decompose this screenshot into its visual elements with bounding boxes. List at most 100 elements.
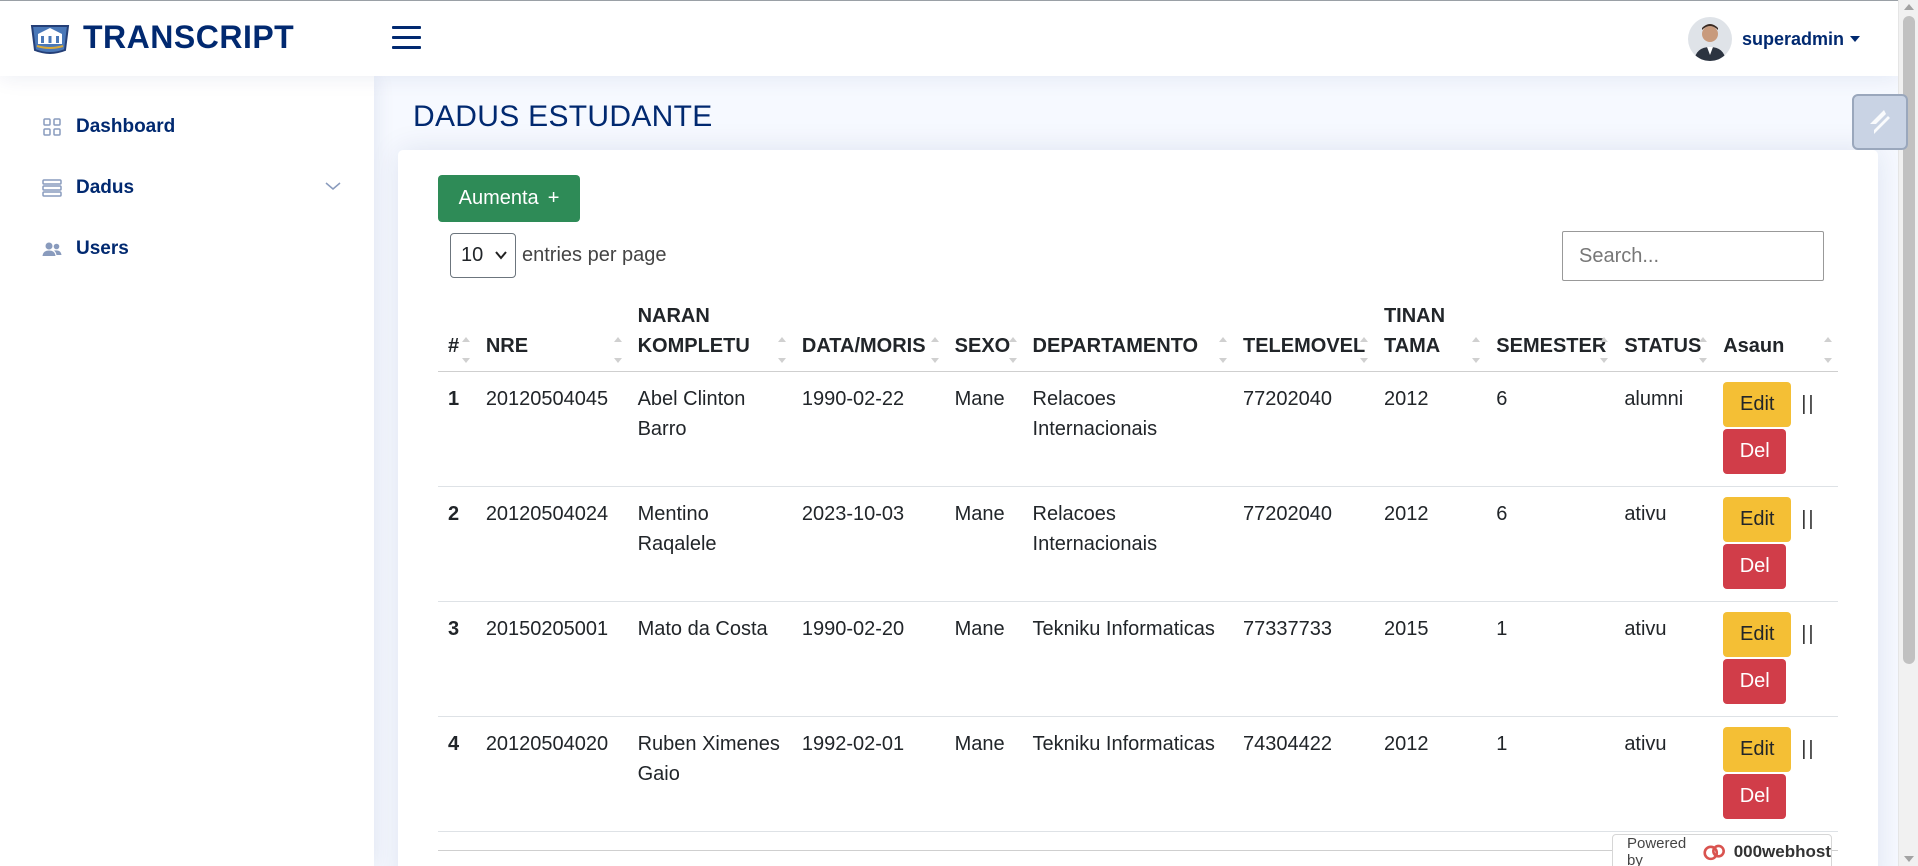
add-button-label: Aumenta [458, 187, 539, 209]
sort-icon [1359, 336, 1370, 363]
host-name: 000webhost [1733, 842, 1831, 861]
sort-icon [930, 336, 941, 363]
chevron-down-icon [495, 251, 507, 260]
table-row: 3 20150205001 Mato da Costa 1990-02-20 M… [438, 601, 1838, 717]
column-header[interactable]: DATA/MORIS [791, 297, 945, 372]
column-header[interactable]: NARAN KOMPLETU [627, 297, 792, 372]
cell-sexo: Mane [944, 371, 1023, 487]
cell-sexo: Mane [944, 601, 1023, 717]
cell-data-moris: 1990-02-22 [791, 371, 945, 487]
entries-value: 10 [461, 244, 484, 266]
cell-semester: 1 [1486, 601, 1615, 717]
search-input[interactable] [1562, 231, 1824, 281]
logo[interactable]: TRANSCRIPT [29, 19, 294, 56]
delete-button[interactable]: Del [1723, 428, 1787, 474]
cell-actions: Edit || Del [1713, 601, 1838, 717]
cell-status: ativu [1614, 486, 1714, 602]
cell-naran: Mentino Raqalele [627, 486, 792, 602]
cell-nre: 20120504020 [475, 716, 628, 832]
grid-icon [42, 117, 62, 137]
profile-dropdown[interactable]: superadmin [1687, 17, 1860, 61]
sort-icon [1472, 336, 1482, 363]
entries-per-page-select[interactable]: 10 [450, 233, 516, 278]
column-header[interactable]: STATUS [1614, 297, 1714, 372]
column-header[interactable]: SEXO [944, 297, 1023, 372]
cell-telemovel: 74304422 [1232, 716, 1374, 832]
scroll-up-icon[interactable] [1904, 4, 1914, 10]
cell-naran: Ruben Ximenes Gaio [627, 716, 792, 832]
plus-icon: + [547, 187, 560, 209]
people-icon [42, 239, 62, 259]
cell-naran: Abel Clinton Barro [627, 371, 792, 487]
action-separator: || [1801, 508, 1816, 530]
cell-departamento: Relacoes Internacionais [1022, 486, 1233, 602]
profile-name: superadmin [1741, 28, 1844, 49]
page-title: DADUS ESTUDANTE [413, 100, 713, 133]
cell-sexo: Mane [944, 716, 1023, 832]
edit-button[interactable]: Edit [1723, 726, 1792, 772]
cell-data-moris: 1992-02-01 [791, 716, 945, 832]
delete-button[interactable]: Del [1723, 658, 1787, 704]
cell-semester: 6 [1486, 371, 1615, 487]
sidebar-item-dashboard[interactable]: Dashboard [42, 116, 342, 138]
cell-actions: Edit || Del [1713, 486, 1838, 602]
edit-button[interactable]: Edit [1723, 381, 1792, 427]
column-header[interactable]: TELEMOVEL [1232, 297, 1374, 372]
sort-icon [1600, 336, 1610, 363]
cell-tinan-tama: 2015 [1373, 601, 1487, 717]
sort-icon [1008, 336, 1019, 363]
delete-button[interactable]: Del [1723, 773, 1787, 819]
sidebar-item-label: Dashboard [76, 116, 176, 137]
column-header[interactable]: Asaun [1713, 297, 1838, 372]
entries-label: entries per page [522, 244, 667, 266]
cell-tinan-tama: 2012 [1373, 371, 1487, 487]
floating-tool-button[interactable] [1852, 94, 1908, 150]
table-header-row: # NRE NARAN KOMPLETU DATA/MORIS SEXO DEP… [438, 297, 1838, 372]
server-icon [42, 178, 62, 198]
powered-by-badge[interactable]: Powered by 000webhost [1612, 834, 1832, 866]
sort-icon [1699, 336, 1709, 363]
cell-telemovel: 77202040 [1232, 486, 1374, 602]
caret-down-icon [1850, 36, 1860, 42]
column-header[interactable]: NRE [475, 297, 628, 372]
000webhost-logo-icon [1703, 844, 1726, 861]
app-title: TRANSCRIPT [83, 19, 295, 55]
delete-button[interactable]: Del [1723, 543, 1787, 589]
cell-num: 2 [438, 486, 476, 602]
table-row: 4 20120504020 Ruben Ximenes Gaio 1992-02… [438, 716, 1838, 832]
edit-button[interactable]: Edit [1723, 611, 1792, 657]
column-header[interactable]: # [438, 297, 476, 372]
table-row: 2 20120504024 Mentino Raqalele 2023-10-0… [438, 486, 1838, 602]
cell-actions: Edit || Del [1713, 716, 1838, 832]
table-row: 1 20120504045 Abel Clinton Barro 1990-02… [438, 371, 1838, 487]
column-header[interactable]: SEMESTER [1486, 297, 1615, 372]
chevron-down-icon [324, 179, 342, 197]
students-card: Aumenta + 10 entries per page # NRE NARA… [398, 150, 1878, 866]
column-header[interactable]: TINAN TAMA [1373, 297, 1487, 372]
edit-button[interactable]: Edit [1723, 496, 1792, 542]
cell-semester: 6 [1486, 486, 1615, 602]
cell-status: alumni [1614, 371, 1714, 487]
action-separator: || [1801, 623, 1816, 645]
sidebar-item-dadus[interactable]: Dadus [42, 177, 342, 199]
sort-icon [613, 336, 624, 363]
cell-num: 3 [438, 601, 476, 717]
sidebar-item-label: Users [76, 238, 129, 259]
cell-tinan-tama: 2012 [1373, 716, 1487, 832]
sort-icon [1218, 336, 1229, 363]
cell-departamento: Tekniku Informaticas [1022, 716, 1233, 832]
menu-toggle-icon[interactable] [392, 26, 421, 50]
cell-semester: 1 [1486, 716, 1615, 832]
cell-departamento: Relacoes Internacionais [1022, 371, 1233, 487]
students-table: # NRE NARAN KOMPLETU DATA/MORIS SEXO DEP… [438, 297, 1838, 832]
scroll-down-icon[interactable] [1904, 856, 1914, 862]
sort-icon [1824, 336, 1834, 363]
cell-num: 1 [438, 371, 476, 487]
sidebar-item-users[interactable]: Users [42, 238, 342, 260]
add-student-button[interactable]: Aumenta + [438, 175, 580, 222]
top-header: TRANSCRIPT superadmin [0, 0, 1898, 76]
cell-tinan-tama: 2012 [1373, 486, 1487, 602]
column-header[interactable]: DEPARTAMENTO [1022, 297, 1233, 372]
cell-departamento: Tekniku Informaticas [1022, 601, 1233, 717]
cell-actions: Edit || Del [1713, 371, 1838, 487]
